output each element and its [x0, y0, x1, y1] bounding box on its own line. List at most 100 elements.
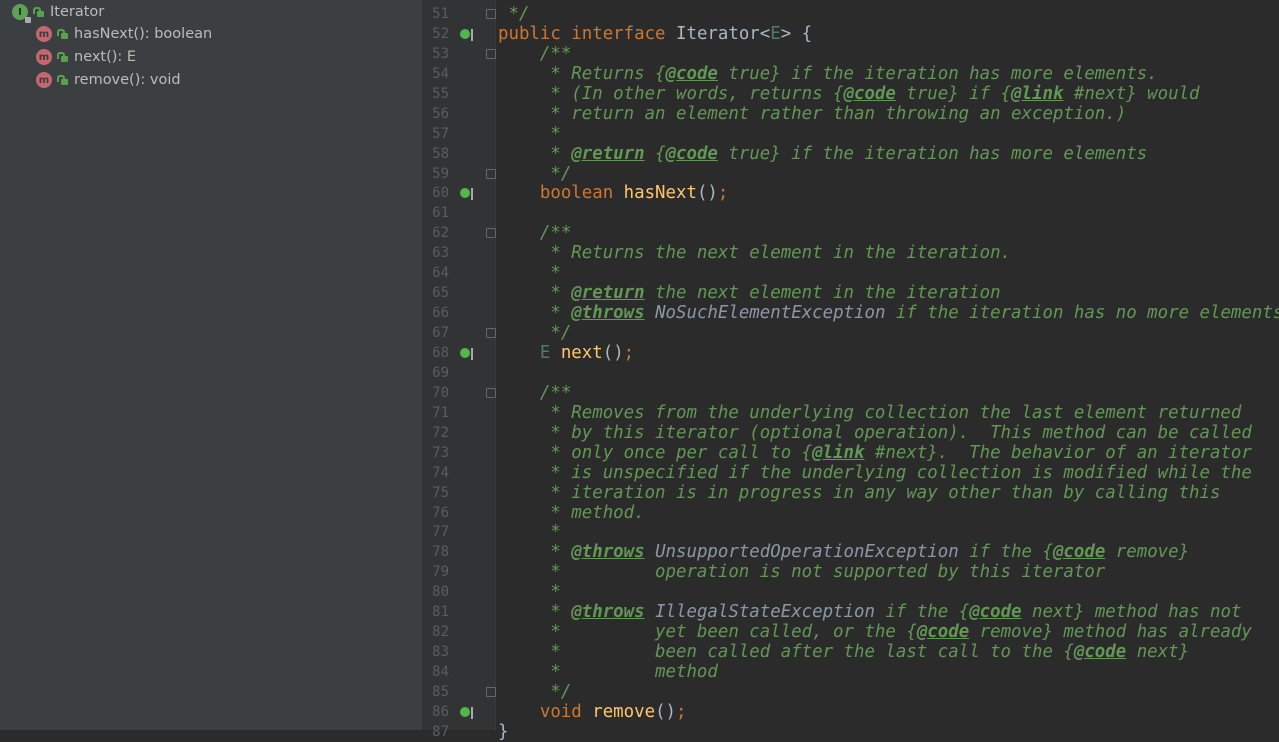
line-number: 55: [432, 85, 449, 102]
code-token: @return: [571, 283, 645, 304]
line-number: 60: [432, 185, 449, 202]
code-line: */: [498, 164, 571, 184]
public-visibility-icon: [57, 52, 68, 62]
implemented-method-icon[interactable]: [460, 347, 473, 360]
implemented-method-icon[interactable]: [460, 706, 473, 719]
code-token: * method: [498, 662, 718, 683]
line-number: 86: [432, 703, 449, 720]
code-line: * return an element rather than throwing…: [498, 104, 1126, 124]
fold-marker-icon[interactable]: [486, 228, 496, 239]
code-line: * @throws UnsupportedOperationException …: [498, 542, 1189, 562]
code-token: *: [498, 542, 572, 563]
structure-item-remove[interactable]: m remove(): void: [36, 69, 181, 91]
code-token: *: [498, 602, 572, 623]
method-icon: m: [36, 72, 52, 88]
code-line: * Removes from the underlying collection…: [498, 403, 1241, 423]
code-token: true} if the iteration has more elements: [717, 143, 1148, 164]
code-token: @code: [843, 83, 896, 104]
method-icon: m: [36, 26, 52, 42]
code-token: remove}: [1105, 542, 1190, 563]
code-token: @throws: [571, 602, 645, 623]
code-line: *: [498, 582, 561, 603]
code-token: * is unspecified if the underlying colle…: [498, 462, 1252, 483]
code-token: }: [498, 721, 509, 742]
line-number: 68: [432, 344, 449, 361]
code-token: next}: [1126, 642, 1190, 663]
structure-item-label: Iterator: [50, 4, 105, 20]
code-line: * only once per call to {@link #next}. T…: [498, 443, 1252, 463]
line-number: 64: [432, 265, 449, 282]
fold-marker-icon[interactable]: [486, 9, 496, 19]
fold-marker-icon[interactable]: [486, 387, 496, 398]
code-line: *: [498, 522, 560, 542]
code-line: * @throws IllegalStateException if the {…: [498, 602, 1241, 622]
line-number: 69: [432, 364, 449, 381]
code-token: void: [498, 701, 593, 722]
code-token: /**: [498, 223, 572, 244]
code-token: (): [602, 342, 624, 363]
code-token: > {: [780, 23, 813, 44]
line-number: 54: [432, 65, 449, 82]
code-token: @code: [969, 602, 1022, 623]
code-token: if the {: [874, 602, 970, 623]
code-token: the next element in the iteration: [644, 283, 1001, 304]
code-token: hasNext: [623, 183, 697, 204]
code-line: * operation is not supported by this ite…: [498, 562, 1105, 582]
code-line: *: [498, 263, 560, 283]
line-number: 79: [432, 564, 449, 581]
code-line: * by this iterator (optional operation).…: [498, 423, 1252, 443]
code-line: public interface Iterator<E> {: [498, 24, 812, 44]
code-token: ;: [623, 342, 635, 363]
implemented-method-icon[interactable]: [460, 28, 473, 41]
code-token: /**: [498, 43, 572, 64]
code-line: /**: [498, 223, 571, 243]
public-visibility-icon: [33, 7, 44, 17]
code-token: */: [498, 163, 572, 184]
fold-marker-icon[interactable]: [486, 48, 496, 59]
code-token: @link: [1011, 83, 1064, 104]
code-editor[interactable]: */ public interface Iterator<E> { /** * R…: [498, 0, 1279, 742]
code-token: * Removes from the underlying collection…: [498, 402, 1242, 423]
line-number: 76: [432, 504, 449, 521]
code-line: /**: [498, 383, 571, 403]
code-token: #next} would: [1063, 83, 1200, 104]
structure-panel: I Iterator m hasNext(): boolean m next()…: [0, 0, 423, 730]
code-line: *: [498, 124, 560, 144]
structure-item-label: remove(): void: [74, 72, 181, 88]
code-token: NoSuchElementException: [655, 303, 886, 324]
code-token: * operation is not supported by this ite…: [498, 562, 1106, 583]
code-token: true} if the iteration has more elements…: [717, 63, 1158, 84]
code-token: UnsupportedOperationException: [655, 542, 959, 563]
fold-marker-icon[interactable]: [486, 686, 496, 697]
structure-item-next[interactable]: m next(): E: [36, 46, 136, 68]
code-token: remove: [592, 701, 656, 722]
structure-item-label: next(): E: [74, 49, 137, 65]
implemented-method-icon[interactable]: [460, 188, 473, 201]
code-token: #next}. The behavior of an iterator: [864, 442, 1252, 463]
structure-item-hasnext[interactable]: m hasNext(): boolean: [36, 23, 212, 45]
line-number: 81: [432, 604, 449, 621]
line-number: 82: [432, 624, 449, 641]
code-token: */: [498, 323, 572, 344]
fold-marker-icon[interactable]: [486, 328, 496, 339]
method-icon: m: [36, 49, 52, 65]
structure-item-iterator[interactable]: I Iterator: [12, 1, 104, 23]
line-number: 75: [432, 484, 449, 501]
code-line: * Returns the next element in the iterat…: [498, 243, 1011, 263]
code-line: boolean hasNext();: [498, 183, 729, 204]
line-number: 70: [432, 384, 449, 401]
code-token: *: [498, 283, 572, 304]
code-line: * method: [498, 662, 718, 682]
fold-marker-icon[interactable]: [486, 168, 496, 179]
code-line: E next();: [498, 343, 634, 363]
line-number: 58: [432, 145, 449, 162]
code-token: * return an element rather than throwing…: [498, 103, 1127, 124]
code-line: * @return the next element in the iterat…: [498, 283, 1001, 304]
editor-gutter[interactable]: 51 52 53 54 55 56 57 58 59 60 61 62 63 64 65 66 67 68 69 70…: [423, 0, 496, 740]
code-token: *: [498, 303, 572, 324]
code-token: * by this iterator (optional operation).…: [498, 422, 1252, 443]
code-token: *: [498, 582, 561, 603]
code-token: * method.: [498, 502, 645, 523]
code-line: */: [498, 682, 571, 702]
